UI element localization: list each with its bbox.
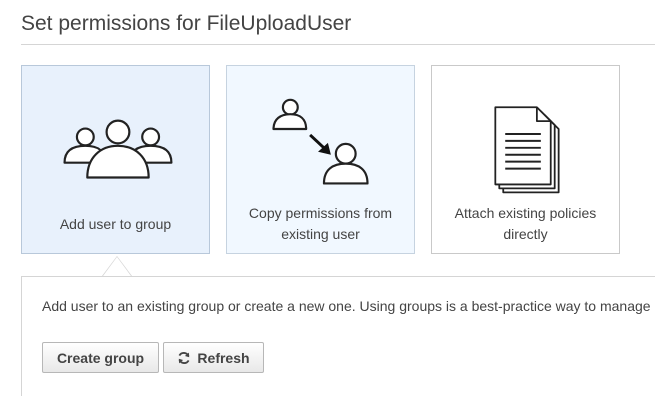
refresh-button[interactable]: Refresh bbox=[163, 342, 264, 373]
option-description: Add user to an existing group or create … bbox=[42, 298, 651, 314]
option-label: Add user to group bbox=[59, 216, 172, 232]
option-label-line: existing user bbox=[281, 226, 360, 242]
option-attach-policies[interactable]: Attach existing policies directly bbox=[431, 65, 620, 254]
option-detail-panel bbox=[21, 276, 655, 396]
refresh-icon bbox=[179, 351, 190, 364]
copy-user-icon bbox=[272, 98, 369, 185]
option-add-user-to-group[interactable]: Add user to group bbox=[21, 65, 210, 254]
option-label: Attach existing policies directly bbox=[440, 203, 611, 245]
user-group-icon bbox=[63, 119, 173, 179]
create-group-button[interactable]: Create group bbox=[42, 342, 159, 373]
refresh-label: Refresh bbox=[197, 349, 250, 366]
title-divider bbox=[21, 44, 655, 45]
option-label-line: Attach existing policies bbox=[454, 205, 597, 221]
selection-pointer bbox=[102, 256, 132, 276]
option-label-line: directly bbox=[503, 226, 548, 242]
option-copy-permissions[interactable]: Copy permissions from existing user bbox=[226, 65, 415, 254]
page-title: Set permissions for FileUploadUser bbox=[21, 12, 352, 35]
policy-documents-icon bbox=[494, 106, 560, 194]
option-label-line: Copy permissions from bbox=[248, 205, 393, 221]
option-label: Copy permissions from existing user bbox=[235, 203, 406, 245]
create-group-label: Create group bbox=[56, 349, 145, 366]
